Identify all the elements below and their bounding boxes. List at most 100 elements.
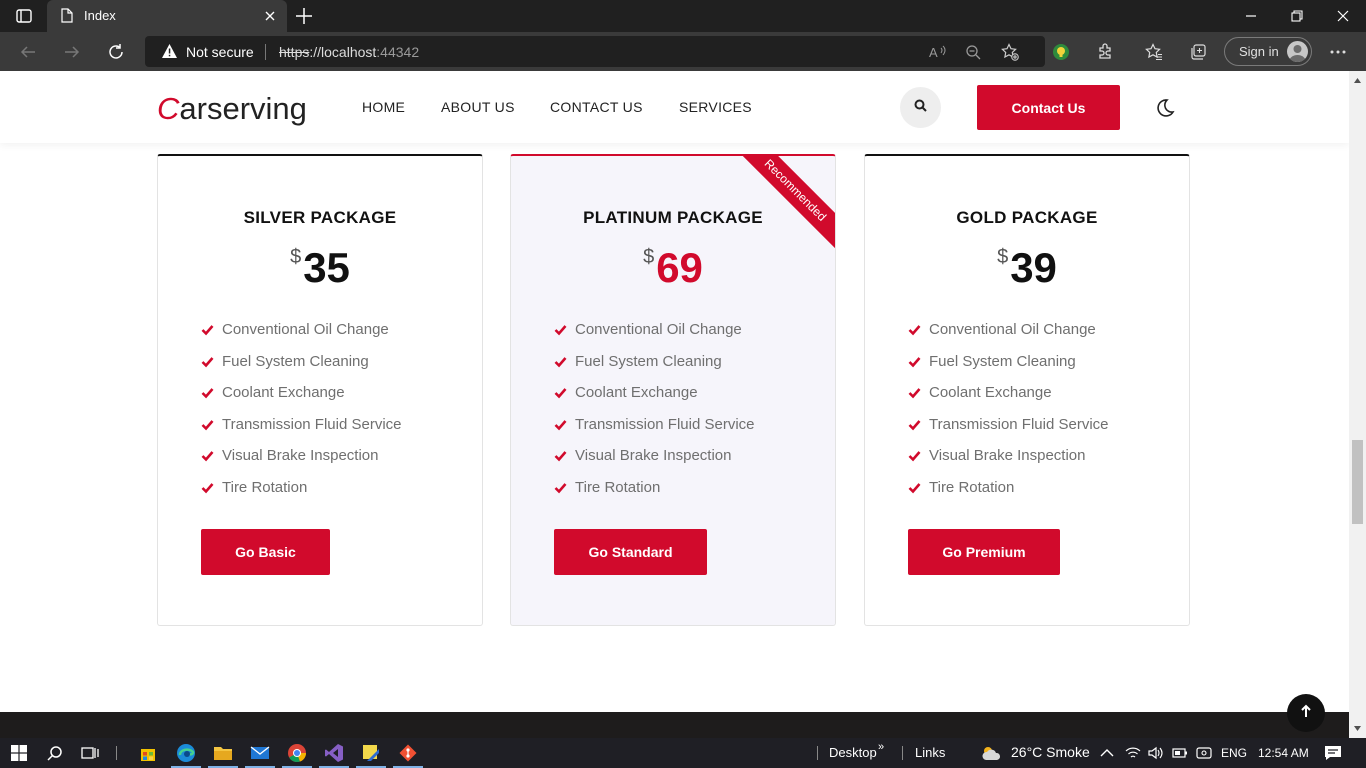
browser-tab-bar: Index (0, 0, 1366, 32)
tab-actions-icon[interactable] (8, 5, 40, 27)
scroll-down-icon[interactable] (1353, 724, 1362, 733)
list-item: Visual Brake Inspection (554, 447, 755, 479)
list-item: Fuel System Cleaning (201, 353, 402, 385)
weather-icon[interactable] (980, 742, 1002, 764)
extension-bulb-icon[interactable] (1050, 41, 1072, 63)
desktop-toolbar[interactable]: Desktop (829, 745, 877, 760)
security-status[interactable]: Not secure (186, 44, 254, 60)
list-item: Transmission Fluid Service (908, 416, 1109, 448)
zoom-out-icon[interactable] (963, 42, 983, 62)
sticky-notes-icon[interactable] (356, 742, 386, 768)
back-to-top-button[interactable] (1287, 694, 1325, 732)
notifications-icon[interactable] (1322, 742, 1344, 764)
feature-label: Coolant Exchange (929, 384, 1052, 402)
list-item: Coolant Exchange (201, 384, 402, 416)
wifi-icon[interactable] (1122, 742, 1144, 764)
windows-start-icon[interactable] (8, 742, 30, 764)
list-item: Visual Brake Inspection (201, 447, 402, 479)
nav-about-us[interactable]: ABOUT US (441, 99, 515, 115)
scroll-up-icon[interactable] (1353, 76, 1362, 85)
forward-icon[interactable] (60, 40, 84, 64)
go-standard-button[interactable]: Go Standard (554, 529, 707, 575)
check-icon (201, 483, 214, 494)
file-explorer-icon[interactable] (208, 742, 238, 768)
taskbar-divider (817, 746, 818, 760)
new-tab-icon[interactable] (293, 5, 315, 27)
edge-browser-icon[interactable] (171, 742, 201, 768)
close-tab-icon[interactable] (261, 7, 279, 25)
browser-tab-active[interactable]: Index (47, 0, 287, 32)
add-favorite-icon[interactable] (1000, 42, 1020, 62)
feature-label: Transmission Fluid Service (222, 415, 402, 433)
arrow-up-icon (1300, 704, 1312, 723)
check-icon (554, 451, 567, 462)
check-icon (554, 483, 567, 494)
feature-label: Visual Brake Inspection (575, 447, 732, 465)
browser-toolbar: Not secure https://localhost:44342 A Sig… (0, 32, 1366, 71)
task-view-icon[interactable] (79, 742, 101, 764)
feature-list: Conventional Oil Change Fuel System Clea… (554, 321, 755, 511)
minimize-icon[interactable] (1228, 0, 1274, 32)
pricing-card-gold: GOLD PACKAGE $39 Conventional Oil Change… (864, 154, 1190, 626)
search-icon[interactable] (44, 742, 66, 764)
currency-symbol: $ (643, 246, 655, 268)
url-text[interactable]: https://localhost:44342 (279, 44, 419, 60)
go-basic-button[interactable]: Go Basic (201, 529, 330, 575)
collections-icon[interactable] (1187, 41, 1209, 63)
refresh-icon[interactable] (104, 40, 128, 64)
check-icon (908, 419, 921, 431)
feature-label: Fuel System Cleaning (575, 352, 722, 370)
git-icon[interactable] (393, 742, 423, 768)
read-aloud-icon[interactable]: A (928, 42, 948, 62)
clock[interactable]: 12:54 AM (1258, 746, 1309, 760)
weather-text[interactable]: 26°C Smoke (1011, 744, 1090, 760)
volume-icon[interactable] (1145, 742, 1167, 764)
list-item: Tire Rotation (201, 479, 402, 511)
feature-label: Fuel System Cleaning (929, 352, 1076, 370)
restore-icon[interactable] (1274, 0, 1320, 32)
site-logo[interactable]: Carserving (157, 91, 307, 127)
chevron-right-icon[interactable]: » (878, 741, 884, 753)
mail-icon[interactable] (245, 742, 275, 768)
svg-text:A: A (929, 45, 938, 60)
currency-symbol: $ (290, 246, 302, 268)
battery-icon[interactable] (1169, 742, 1191, 764)
check-icon (201, 451, 214, 462)
moon-icon[interactable] (1155, 98, 1175, 118)
tab-title: Index (84, 8, 116, 23)
currency-symbol: $ (997, 246, 1009, 268)
address-bar[interactable]: Not secure https://localhost:44342 A (145, 36, 1045, 67)
nav-home[interactable]: HOME (362, 99, 405, 115)
taskbar-divider (902, 746, 903, 760)
store-icon[interactable] (137, 742, 159, 764)
nav-contact-us[interactable]: CONTACT US (550, 99, 643, 115)
chrome-icon[interactable] (282, 742, 312, 768)
favorites-icon[interactable] (1143, 41, 1165, 63)
contact-us-button[interactable]: Contact Us (977, 85, 1120, 130)
feature-label: Tire Rotation (929, 478, 1015, 496)
price-amount: 35 (303, 244, 350, 291)
search-icon (914, 99, 927, 117)
language-indicator[interactable]: ENG (1221, 746, 1247, 760)
close-window-icon[interactable] (1320, 0, 1366, 32)
extensions-icon[interactable] (1094, 41, 1116, 63)
visual-studio-icon[interactable] (319, 742, 349, 768)
list-item: Tire Rotation (908, 479, 1109, 511)
scroll-thumb[interactable] (1352, 440, 1363, 524)
list-item: Conventional Oil Change (908, 321, 1109, 353)
nav-services[interactable]: SERVICES (679, 99, 752, 115)
chevron-up-icon[interactable] (1096, 742, 1118, 764)
links-toolbar[interactable]: Links (915, 745, 945, 760)
feature-label: Visual Brake Inspection (929, 447, 1086, 465)
search-button[interactable] (900, 87, 941, 128)
package-title: PLATINUM PACKAGE (583, 208, 763, 227)
warning-icon[interactable] (161, 43, 178, 64)
check-icon (201, 388, 214, 399)
more-menu-icon[interactable] (1327, 41, 1349, 63)
check-icon (554, 356, 567, 368)
back-icon[interactable] (16, 40, 40, 64)
sign-in-button[interactable]: Sign in (1224, 37, 1312, 66)
meet-now-icon[interactable] (1193, 742, 1215, 764)
page-scrollbar[interactable] (1349, 71, 1366, 738)
go-premium-button[interactable]: Go Premium (908, 529, 1060, 575)
